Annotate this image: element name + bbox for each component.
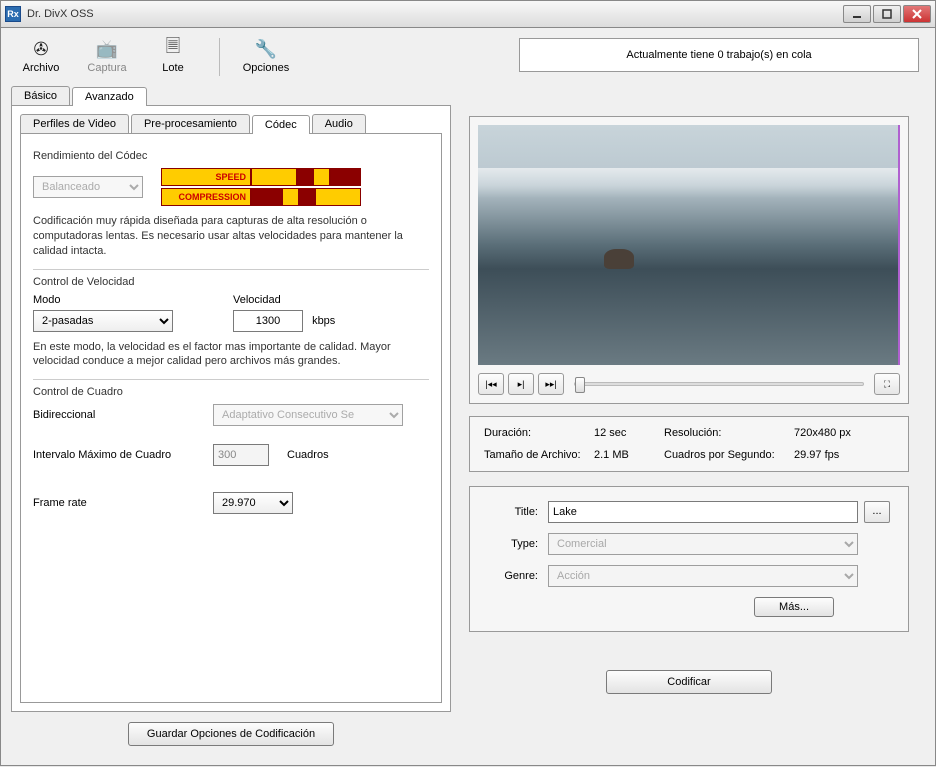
control-cuadro-label: Control de Cuadro: [33, 386, 429, 398]
title-label: Title:: [488, 506, 538, 518]
tab-avanzado[interactable]: Avanzado: [72, 87, 147, 106]
velocidad-input[interactable]: [233, 310, 303, 332]
intervalo-label: Intervalo Máximo de Cuadro: [33, 449, 203, 461]
tamano-label: Tamaño de Archivo:: [484, 449, 594, 461]
maximize-button[interactable]: [873, 5, 901, 23]
preset-description: Codificación muy rápida diseñada para ca…: [33, 214, 429, 259]
toolbar-separator: [219, 38, 220, 76]
velocidad-unit: kbps: [312, 315, 335, 327]
preset-select: Balanceado: [33, 176, 143, 198]
bidireccional-select: Adaptativo Consecutivo Se: [213, 404, 403, 426]
main-tabs: Básico Avanzado: [11, 86, 451, 105]
metadata-panel: Title: ... Type: Comercial Genre: Acción…: [469, 486, 909, 632]
toolbar-archivo[interactable]: ✇ Archivo: [17, 38, 65, 74]
control-velocidad-label: Control de Velocidad: [33, 276, 429, 288]
resolucion-label: Resolución:: [664, 427, 794, 439]
codificar-button[interactable]: Codificar: [606, 670, 771, 694]
tab-basico[interactable]: Básico: [11, 86, 70, 105]
batch-icon: 🗏: [161, 38, 185, 60]
speed-compression-graphic: SPEED COMPRESSION: [161, 168, 361, 206]
genre-select: Acción: [548, 565, 858, 587]
minimize-button[interactable]: [843, 5, 871, 23]
sub-tabs: Perfiles de Video Pre-procesamiento Códe…: [20, 114, 442, 133]
bidireccional-label: Bidireccional: [33, 409, 203, 421]
tv-icon: 📺: [95, 38, 119, 60]
preview-panel: |◂◂ ▸| ▸▸| ⛶: [469, 116, 909, 404]
tab-panel-avanzado: Perfiles de Video Pre-procesamiento Códe…: [11, 105, 451, 712]
skip-start-button[interactable]: |◂◂: [478, 373, 504, 395]
type-label: Type:: [488, 538, 538, 550]
subtab-preproc[interactable]: Pre-procesamiento: [131, 114, 250, 133]
close-button[interactable]: [903, 5, 931, 23]
mas-button[interactable]: Más...: [754, 597, 834, 617]
modo-select[interactable]: 2-pasadas: [33, 310, 173, 332]
subtab-codec[interactable]: Códec: [252, 115, 310, 134]
wrench-icon: 🔧: [254, 38, 278, 60]
velocidad-label: Velocidad: [233, 294, 335, 306]
codec-panel: Rendimiento del Códec Balanceado SPEED C…: [20, 133, 442, 703]
resolucion-value: 720x480 px: [794, 427, 874, 439]
type-select: Comercial: [548, 533, 858, 555]
window-title: Dr. DivX OSS: [27, 8, 843, 20]
speed-badge: SPEED: [161, 168, 251, 186]
duracion-label: Duración:: [484, 427, 594, 439]
framerate-select[interactable]: 29.970: [213, 492, 293, 514]
toolbar-opciones[interactable]: 🔧 Opciones: [242, 38, 290, 74]
toolbar: ✇ Archivo 📺 Captura 🗏 Lote 🔧 Opciones Ac…: [11, 34, 925, 84]
app-icon: Rx: [5, 6, 21, 22]
titlebar: Rx Dr. DivX OSS: [0, 0, 936, 28]
tamano-value: 2.1 MB: [594, 449, 664, 461]
film-reel-icon: ✇: [29, 38, 53, 60]
step-back-button[interactable]: ▸|: [508, 373, 534, 395]
framerate-label: Frame rate: [33, 497, 203, 509]
compression-badge: COMPRESSION: [161, 188, 251, 206]
video-preview: [478, 125, 900, 365]
modo-label: Modo: [33, 294, 173, 306]
rendimiento-label: Rendimiento del Códec: [33, 150, 429, 162]
seek-slider[interactable]: [574, 382, 864, 386]
queue-status: Actualmente tiene 0 trabajo(s) en cola: [519, 38, 919, 72]
intervalo-input: [213, 444, 269, 466]
subtab-audio[interactable]: Audio: [312, 114, 366, 133]
title-browse-button[interactable]: ...: [864, 501, 890, 523]
intervalo-unit: Cuadros: [287, 449, 329, 461]
velocidad-description: En este modo, la velocidad es el factor …: [33, 340, 429, 370]
subtab-perfiles[interactable]: Perfiles de Video: [20, 114, 129, 133]
genre-label: Genre:: [488, 570, 538, 582]
fps-label: Cuadros por Segundo:: [664, 449, 794, 461]
toolbar-lote[interactable]: 🗏 Lote: [149, 38, 197, 74]
fullscreen-button[interactable]: ⛶: [874, 373, 900, 395]
step-fwd-button[interactable]: ▸▸|: [538, 373, 564, 395]
title-input[interactable]: [548, 501, 858, 523]
seek-thumb[interactable]: [575, 377, 585, 393]
guardar-button[interactable]: Guardar Opciones de Codificación: [128, 722, 334, 746]
player-controls: |◂◂ ▸| ▸▸| ⛶: [478, 373, 900, 395]
toolbar-captura: 📺 Captura: [83, 38, 131, 74]
fps-value: 29.97 fps: [794, 449, 874, 461]
duracion-value: 12 sec: [594, 427, 664, 439]
file-info-panel: Duración: 12 sec Resolución: 720x480 px …: [469, 416, 909, 472]
